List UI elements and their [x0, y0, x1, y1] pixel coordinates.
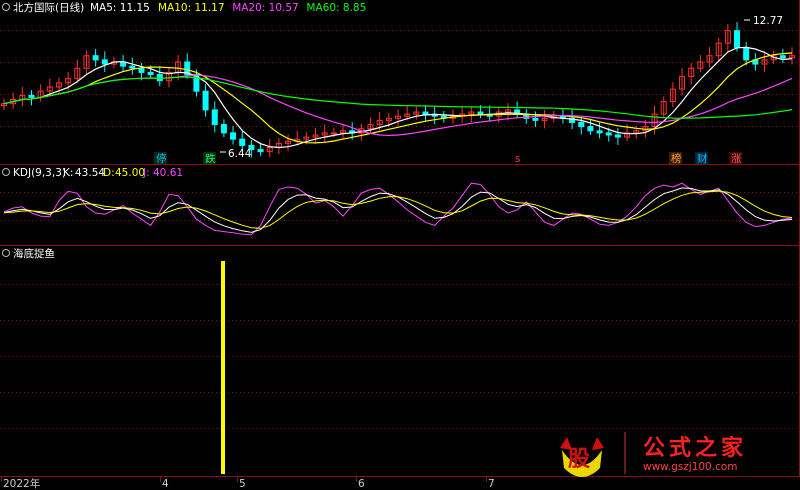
signal-title: 海底捉鱼	[13, 247, 55, 260]
main-header: 北方国际(日线) MA5: 11.15 MA10: 11.17 MA20: 10.5…	[2, 1, 366, 14]
ma-legend-item: MA10: 11.17	[158, 2, 225, 14]
candle-body	[596, 130, 603, 134]
candle-body	[129, 65, 136, 69]
event-marker: s	[515, 153, 520, 165]
ma-legend-item: MA60: 8.85	[306, 2, 366, 14]
svg-text:财: 财	[697, 152, 708, 165]
candle-body	[532, 117, 539, 121]
event-marker: 跌	[203, 152, 216, 165]
candle-body	[220, 124, 227, 134]
svg-text:s: s	[515, 153, 520, 165]
x-tick-label: 5	[239, 478, 246, 490]
candle-body	[92, 55, 99, 61]
candle-body	[587, 126, 594, 132]
event-marker: 停	[154, 152, 167, 165]
stock-chart-stage: 12.77 6.44 停 跌 s 榜 财 涨 北方国际(日线) MA5: 11.15 MA1…	[0, 0, 800, 490]
candle-body	[211, 109, 218, 126]
kdj-k-label: K:	[63, 167, 73, 179]
event-marker: 榜	[669, 152, 682, 165]
candle-body	[138, 67, 145, 73]
candle-body	[734, 30, 741, 48]
candle-body	[28, 94, 35, 98]
kdj-header: KDJ(9,3,3) K: 43.54 D: 45.00 J: 40.61	[2, 167, 183, 179]
main-title: 北方国际(日线)	[13, 1, 84, 14]
x-tick-label: 2022年	[3, 477, 40, 490]
candle-body	[578, 121, 585, 128]
candle-body	[779, 55, 786, 59]
svg-text:榜: 榜	[671, 152, 682, 165]
candle-body	[147, 71, 154, 75]
kdj-d-label: D:	[103, 167, 115, 179]
svg-text:涨: 涨	[731, 153, 742, 165]
candle-body	[330, 132, 337, 135]
kdj-j-label: J:	[142, 167, 150, 179]
candle-body	[422, 111, 429, 115]
candle-body	[239, 138, 246, 146]
svg-text:跌: 跌	[205, 152, 216, 165]
candle-body	[202, 90, 209, 111]
candle-body	[477, 111, 484, 115]
candle-body	[230, 132, 237, 140]
svg-text:停: 停	[156, 152, 167, 165]
watermark-logo-char: 股	[568, 447, 590, 472]
event-marker: 财	[695, 152, 708, 165]
ma-legend-item: MA5: 11.15	[90, 2, 150, 14]
x-tick-label: 6	[358, 478, 365, 490]
watermark-brand: 公式之家	[643, 435, 747, 461]
kdj-k-value: 43.54	[75, 167, 105, 179]
high-label: 12.77	[753, 15, 783, 27]
x-tick-label: 4	[162, 478, 169, 490]
candle-body	[605, 132, 612, 136]
signal-bar	[221, 261, 225, 474]
kdj-title: KDJ(9,3,3)	[13, 167, 66, 179]
watermark-url: www.gszj100.com	[643, 461, 738, 473]
candle-body	[257, 149, 264, 153]
x-tick-label: 7	[488, 478, 495, 490]
low-label: 6.44	[228, 148, 252, 160]
candle-body	[101, 59, 108, 65]
candle-body	[743, 46, 750, 61]
kdj-j-value: 40.61	[153, 167, 183, 179]
event-marker: 涨	[729, 152, 742, 165]
candle-body	[614, 134, 621, 138]
ma-legend-item: MA20: 10.57	[232, 2, 299, 14]
kdj-d-value: 45.00	[115, 167, 145, 179]
